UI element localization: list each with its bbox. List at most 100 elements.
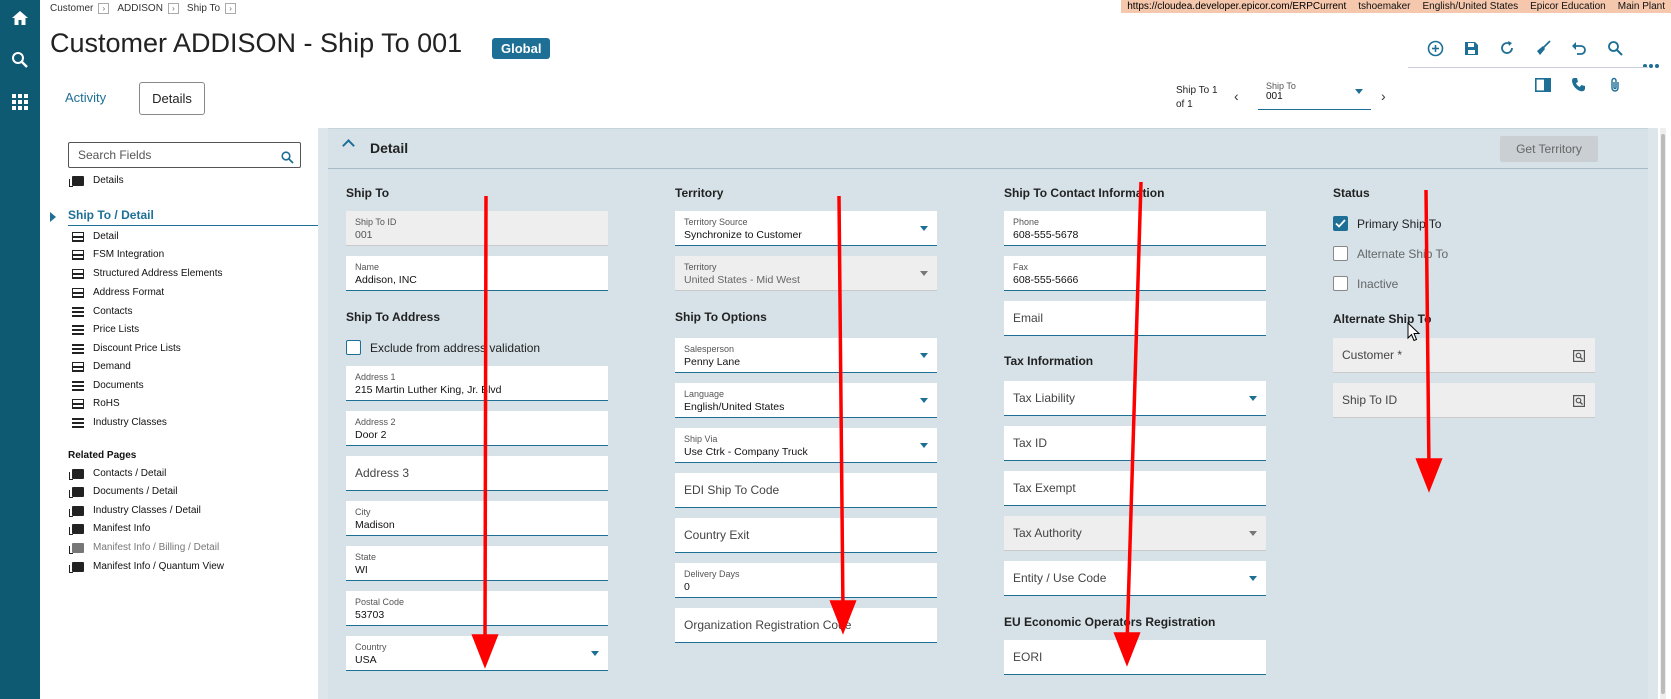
language-dropdown[interactable]: Language English/United States bbox=[675, 383, 937, 418]
territory-dropdown[interactable]: Territory United States - Mid West bbox=[675, 256, 937, 291]
territory-source-dropdown[interactable]: Territory Source Synchronize to Customer bbox=[675, 211, 937, 246]
search-record-icon[interactable] bbox=[1604, 37, 1626, 59]
search-icon[interactable] bbox=[0, 45, 40, 75]
ship-to-id-field[interactable]: Ship To ID 001 bbox=[346, 211, 608, 246]
ship-to-selector[interactable]: Ship To 001 bbox=[1258, 77, 1371, 110]
sidebar-item-address-format[interactable]: Address Format bbox=[72, 287, 164, 298]
lookup-icon[interactable] bbox=[1573, 349, 1586, 367]
related-manifest-info[interactable]: Manifest Info bbox=[69, 523, 150, 535]
checkbox-box[interactable] bbox=[346, 340, 361, 355]
chevron-right-icon[interactable]: › bbox=[1381, 88, 1386, 104]
sidebar-active-section[interactable]: Ship To / Detail bbox=[68, 208, 318, 226]
tab-activity[interactable]: Activity bbox=[65, 90, 106, 105]
email-field[interactable]: Email bbox=[1004, 301, 1266, 336]
chevron-left-icon[interactable]: ‹ bbox=[1234, 88, 1239, 104]
sidebar-item-label: FSM Integration bbox=[93, 249, 165, 260]
field-value: Addison, INC bbox=[355, 274, 417, 286]
postal-code-field[interactable]: Postal Code 53703 bbox=[346, 591, 608, 626]
checkbox-box[interactable] bbox=[1333, 276, 1348, 291]
attachment-icon[interactable] bbox=[1604, 74, 1626, 96]
scrollbar-thumb[interactable] bbox=[1661, 134, 1665, 694]
country-dropdown[interactable]: Country USA bbox=[346, 636, 608, 671]
environment-bar: https://cloudea.developer.epicor.com/ERP… bbox=[1121, 0, 1671, 13]
sidebar-item-detail[interactable]: Detail bbox=[72, 231, 119, 242]
breadcrumb-addison[interactable]: ADDISON bbox=[117, 3, 163, 14]
alternate-ship-to-checkbox[interactable]: Alternate Ship To bbox=[1333, 246, 1448, 261]
tax-exempt-field[interactable]: Tax Exempt bbox=[1004, 471, 1266, 506]
address3-field[interactable]: Address 3 bbox=[346, 456, 608, 491]
more-options-icon[interactable] bbox=[1640, 55, 1662, 77]
tax-id-field[interactable]: Tax ID bbox=[1004, 426, 1266, 461]
breadcrumb-ship-to[interactable]: Ship To bbox=[187, 3, 220, 14]
checkbox-checked-icon[interactable] bbox=[1333, 216, 1348, 231]
contact-info-heading: Ship To Contact Information bbox=[1004, 186, 1165, 200]
chevron-right-icon: › bbox=[167, 2, 179, 14]
contact-phone-icon[interactable] bbox=[1568, 74, 1590, 96]
country-exit-field[interactable]: Country Exit bbox=[675, 518, 937, 553]
apps-grid-icon[interactable] bbox=[0, 87, 40, 117]
org-registration-code-field[interactable]: Organization Registration Code bbox=[675, 608, 937, 643]
phone-field[interactable]: Phone 608-555-5678 bbox=[1004, 211, 1266, 246]
address1-field[interactable]: Address 1 215 Martin Luther King, Jr. Bl… bbox=[346, 366, 608, 401]
salesperson-dropdown[interactable]: Salesperson Penny Lane bbox=[675, 338, 937, 373]
list-icon bbox=[72, 417, 84, 428]
sidebar-item-rohs[interactable]: RoHS bbox=[72, 398, 120, 409]
refresh-icon[interactable] bbox=[1496, 37, 1518, 59]
state-field[interactable]: State WI bbox=[346, 546, 608, 581]
get-territory-button[interactable]: Get Territory bbox=[1500, 136, 1598, 162]
status-heading: Status bbox=[1333, 186, 1370, 200]
collapse-chevron-icon[interactable] bbox=[342, 139, 355, 152]
add-new-icon[interactable] bbox=[1424, 37, 1446, 59]
panel-view-icon[interactable] bbox=[1532, 74, 1554, 96]
sidebar-item-structured-address[interactable]: Structured Address Elements bbox=[72, 268, 223, 279]
tab-details[interactable]: Details bbox=[139, 82, 205, 115]
entity-use-code-dropdown[interactable]: Entity / Use Code bbox=[1004, 561, 1266, 596]
sidebar-item-price-lists[interactable]: Price Lists bbox=[72, 324, 139, 335]
breadcrumb-customer[interactable]: Customer bbox=[50, 3, 93, 14]
scrollbar[interactable] bbox=[1660, 128, 1666, 699]
search-icon[interactable] bbox=[281, 148, 294, 172]
related-manifest-quantum-view[interactable]: Manifest Info / Quantum View bbox=[69, 561, 224, 573]
name-field[interactable]: Name Addison, INC bbox=[346, 256, 608, 291]
delivery-days-field[interactable]: Delivery Days 0 bbox=[675, 563, 937, 598]
chevron-right-icon: › bbox=[225, 2, 237, 14]
related-documents-detail[interactable]: Documents / Detail bbox=[69, 486, 177, 498]
lookup-icon[interactable] bbox=[1573, 394, 1586, 412]
edi-ship-to-code-field[interactable]: EDI Ship To Code bbox=[675, 473, 937, 508]
field-value: English/United States bbox=[684, 401, 785, 413]
ship-to-selector-label: Ship To bbox=[1266, 81, 1296, 91]
sidebar-item-details[interactable]: Details bbox=[69, 175, 124, 187]
tax-authority-dropdown[interactable]: Tax Authority bbox=[1004, 516, 1266, 551]
city-field[interactable]: City Madison bbox=[346, 501, 608, 536]
save-icon[interactable] bbox=[1460, 37, 1482, 59]
checkbox-box[interactable] bbox=[1333, 246, 1348, 261]
fax-field[interactable]: Fax 608-555-5666 bbox=[1004, 256, 1266, 291]
sidebar-item-industry-classes[interactable]: Industry Classes bbox=[72, 417, 167, 428]
tax-liability-dropdown[interactable]: Tax Liability bbox=[1004, 381, 1266, 416]
inactive-checkbox[interactable]: Inactive bbox=[1333, 276, 1398, 291]
related-industry-classes-detail[interactable]: Industry Classes / Detail bbox=[69, 505, 201, 517]
eori-field[interactable]: EORI bbox=[1004, 640, 1266, 675]
clear-broom-icon[interactable] bbox=[1532, 37, 1554, 59]
main-area: Detail Get Territory Ship To Ship To ID … bbox=[318, 128, 1658, 699]
ship-via-dropdown[interactable]: Ship Via Use Ctrk - Company Truck bbox=[675, 428, 937, 463]
detail-header[interactable]: Detail Get Territory bbox=[328, 129, 1648, 169]
search-fields-input[interactable]: Search Fields bbox=[68, 142, 301, 168]
sidebar-item-demand[interactable]: Demand bbox=[72, 361, 131, 372]
related-manifest-billing-detail[interactable]: Manifest Info / Billing / Detail bbox=[69, 542, 219, 554]
form-icon bbox=[72, 231, 84, 242]
undo-icon[interactable] bbox=[1568, 37, 1590, 59]
sidebar-item-label: Demand bbox=[93, 361, 131, 372]
primary-ship-to-checkbox[interactable]: Primary Ship To bbox=[1333, 216, 1441, 231]
field-placeholder: Customer * bbox=[1342, 348, 1403, 362]
sidebar-item-discount-price-lists[interactable]: Discount Price Lists bbox=[72, 343, 181, 354]
home-icon[interactable] bbox=[0, 3, 40, 33]
sidebar-item-fsm-integration[interactable]: FSM Integration bbox=[72, 249, 164, 260]
related-contacts-detail[interactable]: Contacts / Detail bbox=[69, 468, 166, 480]
exclude-validation-checkbox[interactable]: Exclude from address validation bbox=[346, 340, 540, 355]
sidebar-item-contacts[interactable]: Contacts bbox=[72, 306, 132, 317]
alt-ship-to-id-field[interactable]: Ship To ID bbox=[1333, 383, 1595, 418]
alt-customer-field[interactable]: Customer * bbox=[1333, 338, 1595, 373]
address2-field[interactable]: Address 2 Door 2 bbox=[346, 411, 608, 446]
sidebar-item-documents[interactable]: Documents bbox=[72, 380, 144, 391]
